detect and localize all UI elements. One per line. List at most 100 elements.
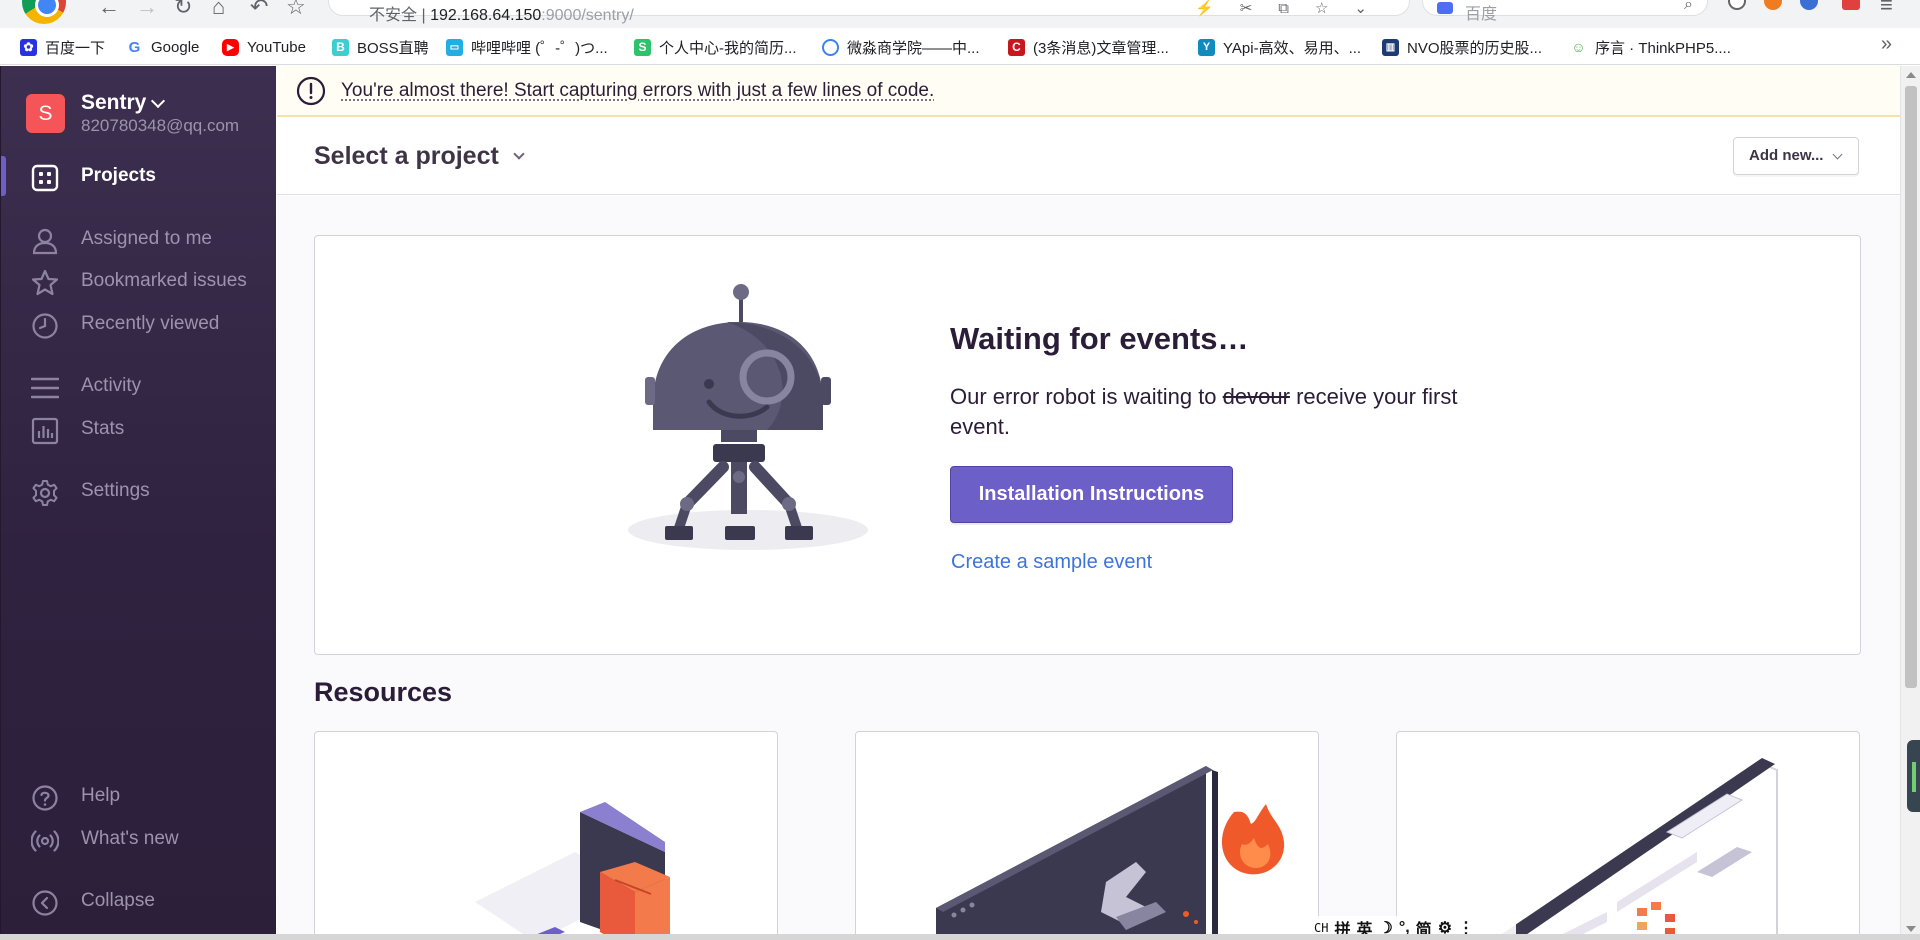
page-header: Select a project Add new... [277, 118, 1900, 195]
back-icon[interactable]: ← [98, 0, 120, 20]
baidu-paw-icon: ✿ [20, 38, 37, 56]
bookmark-label: 微淼商学院——中... [847, 39, 980, 57]
dashboard-illustration [1492, 758, 1778, 940]
sidebar-item-bookmarked[interactable]: Bookmarked issues [1, 261, 277, 301]
undo-icon[interactable]: ↶ [250, 0, 268, 20]
ime-language[interactable]: CH [1314, 921, 1328, 935]
sidebar-item-label: Collapse [81, 890, 155, 911]
sidebar-item-settings[interactable]: Settings [1, 471, 277, 511]
weimiao-icon [822, 38, 839, 56]
sidebar-item-assigned[interactable]: Assigned to me [1, 219, 277, 259]
chevron-down-icon [1832, 149, 1843, 160]
bookmark-thinkphp[interactable]: ☺ 序言 · ThinkPHP5.... [1570, 37, 1731, 57]
struck-word: devour [1222, 384, 1290, 409]
address-bar[interactable]: 不安全 | 192.168.64.150:9000/sentry/ ⚡✂⧉☆⌄ [328, 0, 1410, 24]
sidebar-item-label: Help [81, 785, 121, 806]
sidebar-item-stats[interactable]: Stats [1, 409, 277, 449]
bookmark-baidu[interactable]: ✿ 百度一下 [20, 37, 105, 57]
bookmarks-overflow-icon[interactable]: » [1881, 33, 1892, 56]
help-circle-icon [32, 785, 58, 811]
sidebar-item-whats-new[interactable]: What's new [1, 819, 277, 859]
sidebar-item-label: Settings [81, 480, 150, 501]
sidebar-item-collapse[interactable]: Collapse [1, 881, 277, 921]
warning-circle-icon [296, 76, 326, 106]
gear-icon [32, 480, 58, 506]
bookmarks-bar: ✿ 百度一下 G Google ▶ YouTube B BOSS直聘 ▭ 哔哩哔… [0, 28, 1920, 65]
bookmark-weimiao[interactable]: 微淼商学院——中... [822, 37, 980, 57]
chrome-logo-icon [22, 0, 66, 24]
projects-grid-icon [31, 164, 59, 192]
resource-card-issues[interactable] [855, 731, 1319, 940]
scrollbar-thumb[interactable] [1905, 86, 1917, 688]
bookmark-label: Google [151, 38, 200, 56]
bookmark-label: 序言 · ThinkPHP5.... [1595, 39, 1731, 57]
browser-toolbar: ← → ↻ ⌂ ↶ ☆ 不安全 | 192.168.64.150:9000/se… [0, 0, 1920, 28]
horizontal-scrollbar-track [0, 934, 1920, 940]
bookmark-nvo[interactable]: ▥ NVO股票的历史股... [1382, 37, 1542, 57]
sidebar-item-projects[interactable]: Projects [1, 156, 277, 196]
reload-icon[interactable]: ↻ [174, 0, 192, 20]
project-selector[interactable]: Select a project [314, 142, 499, 171]
side-widget-handle[interactable] [1907, 740, 1920, 812]
resource-card-workflow[interactable] [1396, 731, 1860, 940]
home-icon[interactable]: ⌂ [212, 0, 225, 20]
bookmark-label: NVO股票的历史股... [1407, 39, 1543, 57]
clock-icon [32, 313, 58, 339]
bookmark-yapi[interactable]: Y YApi-高效、易用、... [1198, 37, 1361, 57]
bookmark-label: YApi-高效、易用、... [1223, 39, 1362, 57]
onboarding-notice: You're almost there! Start capturing err… [277, 66, 1900, 117]
bookmark-boss[interactable]: B BOSS直聘 [332, 37, 429, 57]
chevron-down-icon[interactable] [513, 148, 525, 160]
activity-lines-icon [31, 377, 59, 399]
pdf-extension-icon[interactable] [1842, 0, 1860, 10]
sidebar-item-label: Activity [81, 375, 142, 396]
chevron-down-icon[interactable] [150, 93, 166, 109]
sidebar-item-label: Bookmarked issues [81, 270, 247, 291]
browser-menu-icon[interactable]: ≡ [1880, 0, 1893, 18]
sidebar-item-label: Recently viewed [81, 313, 220, 334]
bookmark-label: BOSS直聘 [357, 39, 429, 57]
waiting-description: Our error robot is waiting to devour rec… [950, 382, 1510, 442]
org-avatar[interactable]: S [26, 94, 65, 133]
scroll-up-arrow-icon[interactable] [1906, 72, 1916, 78]
weibo-extension-icon[interactable] [1764, 0, 1782, 10]
browser-search-box[interactable]: 百度 ⌕ [1422, 0, 1708, 23]
bookmark-label: 个人中心-我的简历... [659, 39, 797, 57]
bookmark-label: 百度一下 [45, 39, 106, 57]
youtube-icon: ▶ [222, 38, 239, 56]
thinkphp-icon: ☺ [1570, 38, 1587, 56]
bookmark-youtube[interactable]: ▶ YouTube [222, 37, 306, 57]
notice-link[interactable]: You're almost there! Start capturing err… [341, 80, 934, 102]
user-icon [32, 228, 58, 255]
bookmark-star-icon[interactable]: ☆ [286, 0, 306, 20]
search-icon[interactable]: ⌕ [1684, 0, 1693, 14]
bookmark-google[interactable]: G Google [126, 37, 199, 57]
org-name[interactable]: Sentry [81, 91, 146, 115]
csdn-c-icon: C [1008, 38, 1025, 56]
sidebar-item-recent[interactable]: Recently viewed [1, 304, 277, 344]
waiting-body-start: Our error robot is waiting to [950, 384, 1223, 409]
sidebar-item-label: Assigned to me [81, 228, 212, 249]
sidebar-item-label: Stats [81, 418, 125, 439]
installation-instructions-button[interactable]: Installation Instructions [950, 466, 1233, 523]
org-email: 820780348@qq.com [81, 116, 240, 135]
scroll-down-arrow-icon[interactable] [1906, 926, 1916, 932]
url-host: 192.168.64.150 [430, 7, 542, 24]
info-extension-icon[interactable] [1800, 0, 1818, 10]
create-sample-event-link[interactable]: Create a sample event [951, 551, 1152, 574]
extension-icon[interactable] [1728, 0, 1746, 10]
sidebar-item-help[interactable]: Help [1, 776, 277, 816]
stats-bar-icon [31, 417, 59, 445]
add-new-button[interactable]: Add new... [1733, 137, 1859, 175]
baidu-icon [1437, 2, 1453, 14]
nvo-chart-icon: ▥ [1382, 38, 1399, 56]
forward-icon[interactable]: → [136, 0, 158, 20]
sidebar-item-activity[interactable]: Activity [1, 366, 277, 406]
bookmark-csdn[interactable]: C (3条消息)文章管理... [1008, 37, 1169, 57]
resources-heading: Resources [314, 677, 453, 707]
address-bar-icons[interactable]: ⚡✂⧉☆⌄ [1195, 0, 1393, 17]
bookmark-bilibili[interactable]: ▭ 哔哩哔哩 (゜-゜)つ... [446, 37, 608, 57]
resource-card-docs[interactable] [314, 731, 778, 940]
insecure-label: 不安全 [369, 7, 418, 24]
bookmark-resume[interactable]: S 个人中心-我的简历... [634, 37, 797, 57]
